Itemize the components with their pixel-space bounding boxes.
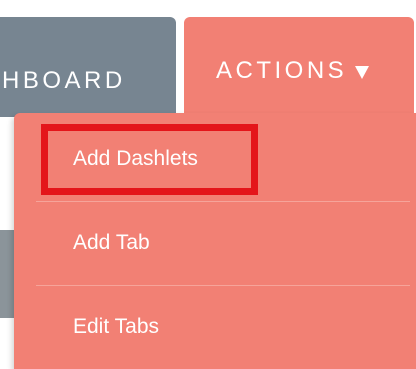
menu-item-label: Add Dashlets (73, 147, 198, 170)
tab-actions[interactable]: ACTIONS (184, 17, 414, 117)
actions-dropdown-menu: Add Dashlets Add Tab Edit Tabs (14, 113, 416, 369)
tab-dashboard[interactable]: HBOARD (0, 17, 176, 117)
menu-item-label: Edit Tabs (73, 315, 159, 338)
menu-item-add-dashlets[interactable]: Add Dashlets (14, 113, 394, 197)
tab-dashboard-label: HBOARD (2, 67, 126, 94)
menu-item-label: Add Tab (73, 231, 150, 254)
screen: HBOARD ACTIONS Add Dashlets Add Tab Edit… (0, 0, 416, 369)
tab-actions-text: ACTIONS (216, 57, 348, 84)
tab-actions-label: ACTIONS (216, 57, 370, 85)
menu-item-edit-tabs[interactable]: Edit Tabs (14, 285, 394, 369)
page-content-strip (0, 230, 14, 318)
menu-item-add-tab[interactable]: Add Tab (14, 201, 394, 285)
caret-down-icon (355, 66, 370, 79)
